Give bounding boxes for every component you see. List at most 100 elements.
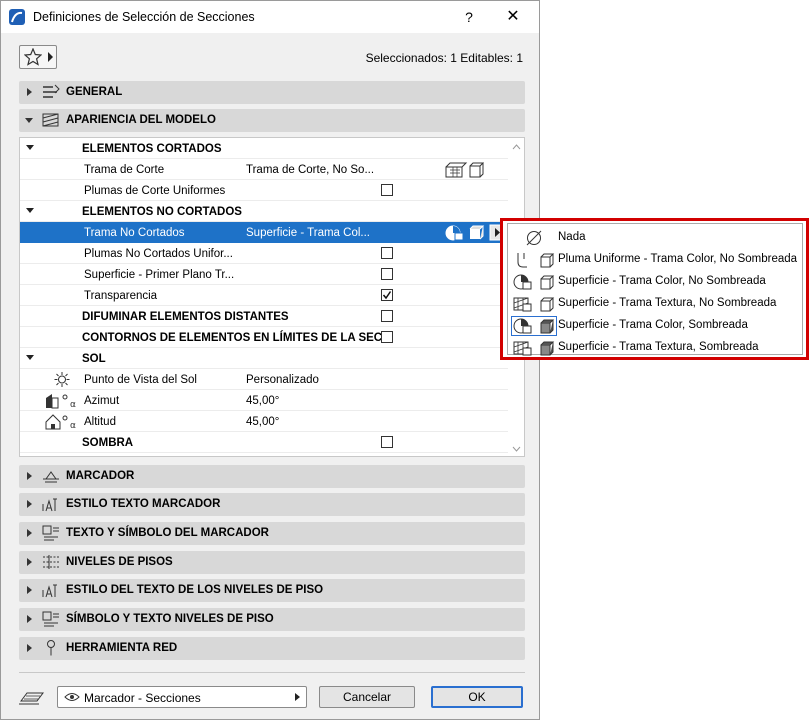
group-elementos-no-cortados[interactable]: ELEMENTOS NO CORTADOS [20, 201, 508, 222]
checkbox[interactable] [381, 310, 393, 322]
row-name: Trama No Cortados [84, 227, 185, 239]
row-name: Trama de Corte [84, 164, 165, 176]
favorites-button[interactable] [19, 45, 57, 69]
altitude-icon: α [45, 414, 76, 430]
panel-niveles-pisos[interactable]: NIVELES DE PISOS [19, 551, 525, 574]
checkbox[interactable] [381, 268, 393, 280]
surface-texture-icon [513, 297, 555, 312]
surface-color-icon [513, 274, 555, 290]
chevron-right-icon [48, 52, 53, 62]
popup-item-pluma-uniforme[interactable]: Pluma Uniforme - Trama Color, No Sombrea… [508, 249, 802, 271]
group-sol[interactable]: SOL [20, 348, 508, 369]
collapse-arrow-icon [26, 355, 34, 360]
row-transparencia[interactable]: Transparencia [20, 285, 508, 306]
popup-item-label: Superficie - Trama Color, Sombreada [558, 319, 748, 331]
favorite-combo[interactable]: Marcador - Secciones [57, 686, 307, 708]
panel-label: GENERAL [66, 86, 123, 98]
row-name: Azimut [84, 395, 120, 407]
star-icon [24, 48, 42, 66]
group-elementos-cortados[interactable]: ELEMENTOS CORTADOS [20, 138, 508, 159]
row-value: Personalizado [246, 374, 319, 386]
group-label: ELEMENTOS NO CORTADOS [82, 206, 242, 218]
help-button[interactable]: ? [459, 7, 479, 27]
row-trama-no-cortados[interactable]: Trama No Cortados Superficie - Trama Col… [20, 222, 508, 243]
popup-item-label: Superficie - Trama Color, No Sombreada [558, 275, 766, 287]
panel-apariencia-modelo[interactable]: APARIENCIA DEL MODELO [19, 109, 525, 132]
title-bar: Definiciones de Selección de Secciones ?… [1, 1, 539, 33]
settings-tree: ELEMENTOS CORTADOS Trama de Corte Trama … [19, 137, 525, 457]
row-difuminar-elementos[interactable]: DIFUMINAR ELEMENTOS DISTANTES [20, 306, 508, 327]
checkbox[interactable] [381, 331, 393, 343]
row-altitud[interactable]: α Altitud 45,00° [20, 411, 508, 432]
panel-texto-simbolo-marcador[interactable]: TEXTO Y SÍMBOLO DEL MARCADOR [19, 522, 525, 545]
general-settings-icon [43, 84, 60, 98]
panel-label: NIVELES DE PISOS [66, 556, 173, 568]
row-name: Altitud [84, 416, 116, 428]
panel-estilo-texto-niveles[interactable]: ESTILO DEL TEXTO DE LOS NIVELES DE PISO [19, 579, 525, 602]
row-sombra[interactable]: SOMBRA [20, 432, 508, 453]
group-label: SOMBRA [82, 437, 134, 449]
archicad-app-icon [9, 9, 25, 25]
marker-icon [43, 471, 59, 483]
popup-item-superficie-textura-sombreada[interactable]: Superficie - Trama Textura, Sombreada [508, 337, 802, 359]
row-contornos-elementos[interactable]: CONTORNOS DE ELEMENTOS EN LÍMITES DE LA … [20, 327, 508, 348]
popup-menu: Nada Pluma Uniforme - Trama Color, No So… [507, 223, 803, 356]
sun-icon [54, 372, 70, 387]
panel-label: SÍMBOLO Y TEXTO NIVELES DE PISO [66, 613, 274, 625]
checkbox[interactable] [381, 436, 393, 448]
group-label: SOL [82, 353, 106, 365]
grid-tool-icon [47, 640, 55, 656]
panel-simbolo-texto-niveles[interactable]: SÍMBOLO Y TEXTO NIVELES DE PISO [19, 608, 525, 631]
row-plumas-no-cortados[interactable]: Plumas No Cortados Unifor... [20, 243, 508, 264]
story-levels-icon [43, 555, 59, 569]
row-name: Plumas No Cortados Unifor... [84, 248, 233, 260]
eye-icon [64, 693, 80, 701]
checkbox[interactable] [381, 184, 393, 196]
row-azimut[interactable]: α Azimut 45,00° [20, 390, 508, 411]
checkbox-checked[interactable] [381, 289, 393, 301]
row-name: Superficie - Primer Plano Tr... [84, 269, 235, 281]
scroll-up-icon[interactable] [512, 144, 521, 150]
row-value: Superficie - Trama Col... [246, 227, 370, 239]
cut-fill-icon[interactable] [444, 162, 484, 178]
window-title: Definiciones de Selección de Secciones [33, 10, 255, 24]
panel-estilo-texto-marcador[interactable]: ESTILO TEXTO MARCADOR [19, 493, 525, 516]
text-symbol-icon [42, 611, 59, 627]
ok-button[interactable]: OK [431, 686, 523, 708]
close-button[interactable]: ✕ [503, 7, 523, 27]
surface-texture-shaded-icon [513, 341, 555, 356]
popup-item-label: Pluma Uniforme - Trama Color, No Sombrea… [558, 253, 798, 265]
panel-herramienta-red[interactable]: HERRAMIENTA RED [19, 637, 525, 660]
cancel-button[interactable]: Cancelar [319, 686, 415, 708]
expand-arrow-icon [27, 644, 32, 652]
panel-marcador[interactable]: MARCADOR [19, 465, 525, 488]
row-punto-vista-sol[interactable]: Punto de Vista del Sol Personalizado [20, 369, 508, 390]
text-style-icon [42, 498, 57, 512]
collapse-arrow-icon [26, 145, 34, 150]
row-superficie-primer-plano[interactable]: Superficie - Primer Plano Tr... [20, 264, 508, 285]
scroll-down-icon[interactable] [512, 446, 521, 452]
surface-fill-icon[interactable] [444, 224, 508, 241]
model-appearance-icon [42, 113, 59, 127]
row-name: Plumas de Corte Uniformes [84, 185, 226, 197]
popup-item-nada[interactable]: Nada [508, 227, 802, 249]
expand-arrow-icon [27, 529, 32, 537]
popup-item-superficie-textura-no-sombreada[interactable]: Superficie - Trama Textura, No Sombreada [508, 293, 802, 315]
svg-text:α: α [70, 421, 76, 430]
panel-general[interactable]: GENERAL [19, 81, 525, 104]
collapse-arrow-icon [25, 118, 33, 123]
combo-value: Marcador - Secciones [84, 691, 201, 705]
panel-label: ESTILO DEL TEXTO DE LOS NIVELES DE PISO [66, 584, 324, 596]
expand-arrow-icon [27, 88, 32, 96]
panel-label: APARIENCIA DEL MODELO [66, 114, 216, 126]
surface-color-shaded-icon [511, 316, 557, 336]
none-icon [526, 230, 542, 246]
row-trama-de-corte[interactable]: Trama de Corte Trama de Corte, No So... [20, 159, 508, 180]
panel-label: MARCADOR [66, 470, 135, 482]
popup-item-superficie-color-no-sombreada[interactable]: Superficie - Trama Color, No Sombreada [508, 271, 802, 293]
checkbox[interactable] [381, 247, 393, 259]
chevron-right-icon [295, 693, 300, 701]
popup-item-superficie-color-sombreada[interactable]: Superficie - Trama Color, Sombreada [508, 315, 802, 337]
group-label: DIFUMINAR ELEMENTOS DISTANTES [82, 311, 289, 323]
row-plumas-corte-uniformes[interactable]: Plumas de Corte Uniformes [20, 180, 508, 201]
